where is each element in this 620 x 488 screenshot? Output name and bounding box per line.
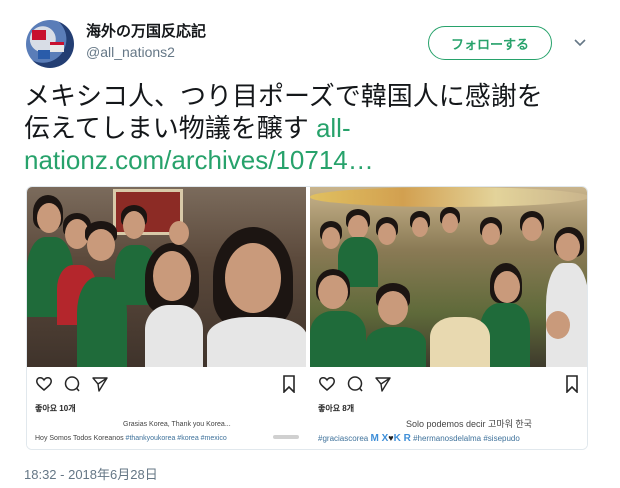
heart-icon[interactable]	[35, 375, 53, 393]
mexico-letters: M X	[370, 433, 389, 444]
user-handle[interactable]: @all_nations2	[86, 44, 175, 60]
likes-count: 좋아요 8개	[318, 404, 355, 413]
comment-icon[interactable]	[346, 375, 364, 393]
send-icon[interactable]	[91, 375, 109, 393]
caption-hashtags[interactable]: #hermanosdelalma #sisepudo	[413, 434, 520, 443]
instagram-action-bar: 좋아요 10개 Grasias Korea, Thank you Korea..…	[27, 369, 306, 449]
tweet-text-line: 伝えてしまい物議を醸す all-	[24, 112, 594, 144]
instagram-post-left[interactable]: 좋아요 10개 Grasias Korea, Thank you Korea..…	[27, 187, 308, 449]
caption-text: Hoy Somos Todos Koreanos	[35, 435, 126, 442]
caption-line: Grasias Korea, Thank you Korea...	[123, 421, 231, 428]
group-photo	[27, 187, 306, 367]
caption-line: Hoy Somos Todos Koreanos #thankyoukorea …	[35, 435, 227, 442]
korea-letters: K R	[393, 433, 411, 444]
caption-line: Solo podemos decir 고마워 한국	[406, 419, 532, 429]
chevron-down-icon[interactable]	[572, 34, 588, 50]
display-name[interactable]: 海外の万国反応記	[86, 20, 206, 41]
tweet-text-line: メキシコ人、つり目ポーズで韓国人に感謝を	[24, 81, 543, 111]
comment-icon[interactable]	[63, 375, 81, 393]
group-photo	[310, 187, 587, 367]
scroll-indicator	[273, 435, 299, 439]
tweet-header: 海外の万国反応記 @all_nations2 フォローする	[24, 16, 596, 72]
heart-icon[interactable]	[318, 375, 336, 393]
likes-count: 좋아요 10개	[35, 404, 76, 413]
send-icon[interactable]	[374, 375, 392, 393]
avatar[interactable]	[26, 20, 74, 68]
bookmark-icon[interactable]	[565, 375, 579, 393]
caption-line: #graciascorea M X♥K R #hermanosdelalma #…	[318, 433, 520, 444]
tweet-link[interactable]: nationz.com/archives/10714…	[24, 144, 594, 176]
instagram-post-right[interactable]: 좋아요 8개 Solo podemos decir 고마워 한국 #gracia…	[310, 187, 587, 449]
instagram-action-bar: 좋아요 8개 Solo podemos decir 고마워 한국 #gracia…	[310, 369, 587, 449]
tweet-timestamp[interactable]: 18:32 - 2018年6月28日	[24, 464, 158, 483]
follow-button[interactable]: フォローする	[428, 26, 552, 60]
bookmark-icon[interactable]	[282, 375, 296, 393]
tweet-text-fragment: 伝えてしまい物議を醸す	[24, 113, 316, 143]
caption-hashtags[interactable]: #thankyoukorea #korea #mexico	[126, 435, 227, 442]
tweet-link[interactable]: all-	[316, 113, 351, 143]
tweet-media[interactable]: 좋아요 10개 Grasias Korea, Thank you Korea..…	[26, 186, 588, 450]
caption-hashtag[interactable]: #graciascorea	[318, 434, 368, 443]
tweet-text: メキシコ人、つり目ポーズで韓国人に感謝を 伝えてしまい物議を醸す all- na…	[24, 80, 594, 176]
